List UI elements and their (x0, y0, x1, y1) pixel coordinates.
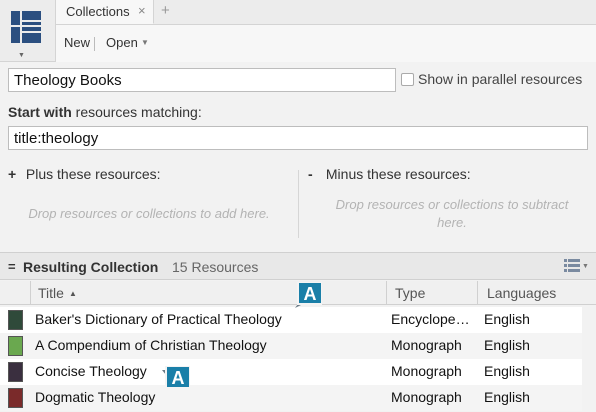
scrollbar-track[interactable] (582, 305, 596, 412)
row-title: Dogmatic Theology (35, 389, 156, 405)
parallel-resources-checkbox[interactable] (401, 73, 414, 86)
results-header: = Resulting Collection 15 Resources ▼ (0, 252, 596, 280)
toolbar-divider (94, 37, 95, 51)
collection-editor: Show in parallel resources Start with re… (0, 62, 596, 252)
plus-heading-text: Plus these resources: (25, 166, 161, 182)
add-tab-icon[interactable]: + (161, 2, 170, 19)
book-cover-icon (8, 336, 23, 356)
equals-symbol: = (8, 259, 16, 274)
row-title: A Compendium of Christian Theology (35, 337, 267, 353)
minus-heading: - Minus these resources: (308, 166, 471, 182)
divider (298, 170, 299, 238)
toolbar: New Open ▼ (56, 24, 596, 62)
minus-heading-text: Minus these resources: (325, 166, 471, 182)
view-options-icon[interactable] (564, 259, 580, 273)
row-type: Monograph (391, 363, 462, 379)
row-title: Concise Theology (35, 363, 147, 379)
plus-drop-zone[interactable]: Drop resources or collections to add her… (8, 206, 290, 221)
table-row[interactable]: Baker's Dictionary of Practical Theology… (0, 307, 582, 333)
column-title-label: Title (38, 285, 64, 301)
table-row[interactable]: Concise Theology Monograph English (0, 359, 582, 385)
sort-ascending-icon: ▲ (68, 289, 77, 298)
row-language: English (484, 363, 530, 379)
row-type: Encyclope… (391, 311, 470, 327)
row-title: Baker's Dictionary of Practical Theology (35, 311, 282, 327)
app-menu-icon[interactable] (8, 8, 44, 48)
minus-symbol: - (308, 166, 313, 182)
row-language: English (484, 337, 530, 353)
rule-query-input[interactable] (8, 126, 588, 150)
chevron-down-icon[interactable]: ▼ (141, 38, 149, 47)
row-language: English (484, 311, 530, 327)
results-title: Resulting Collection (23, 259, 159, 275)
row-type: Monograph (391, 389, 462, 405)
tab-collections[interactable]: Collections × (56, 0, 154, 24)
column-languages[interactable]: Languages (487, 285, 556, 301)
start-with-bold: Start with (8, 104, 72, 120)
results-count: 15 Resources (172, 259, 259, 275)
annotation-a-icon: A (162, 366, 190, 389)
minus-drop-line-2: here. (437, 215, 467, 230)
column-title[interactable]: Title ▲ (38, 285, 77, 301)
book-cover-icon (8, 388, 23, 408)
badge-letter: A (304, 284, 317, 304)
collection-name-input[interactable] (8, 68, 396, 92)
open-button[interactable]: Open (106, 35, 138, 50)
chevron-down-icon[interactable]: ▼ (18, 52, 25, 59)
annotation-a-icon: A (295, 282, 322, 308)
row-type: Monograph (391, 337, 462, 353)
book-cover-icon (8, 362, 23, 382)
close-icon[interactable]: × (138, 3, 146, 18)
tab-label: Collections (66, 4, 130, 19)
new-button[interactable]: New (64, 35, 90, 50)
column-divider[interactable] (477, 281, 478, 305)
column-divider[interactable] (386, 281, 387, 305)
parallel-resources-label: Show in parallel resources (418, 71, 583, 87)
top-bar: ▼ Collections × + New Open ▼ (0, 0, 596, 62)
chevron-down-icon[interactable]: ▼ (582, 263, 589, 270)
column-type[interactable]: Type (395, 285, 425, 301)
start-with-rest: resources matching: (71, 104, 202, 120)
table-row[interactable]: A Compendium of Christian Theology Monog… (0, 333, 582, 359)
table-row[interactable]: Dogmatic Theology Monograph English (0, 385, 582, 411)
column-divider (30, 281, 31, 305)
book-cover-icon (8, 310, 23, 330)
plus-heading: + Plus these resources: (8, 166, 161, 182)
start-with-label: Start with resources matching: (8, 104, 202, 120)
badge-letter: A (172, 368, 185, 388)
minus-drop-line-1: Drop resources or collections to subtrac… (335, 197, 569, 212)
plus-symbol: + (8, 166, 17, 182)
row-language: English (484, 389, 530, 405)
minus-drop-zone[interactable]: Drop resources or collections to subtrac… (312, 196, 592, 232)
